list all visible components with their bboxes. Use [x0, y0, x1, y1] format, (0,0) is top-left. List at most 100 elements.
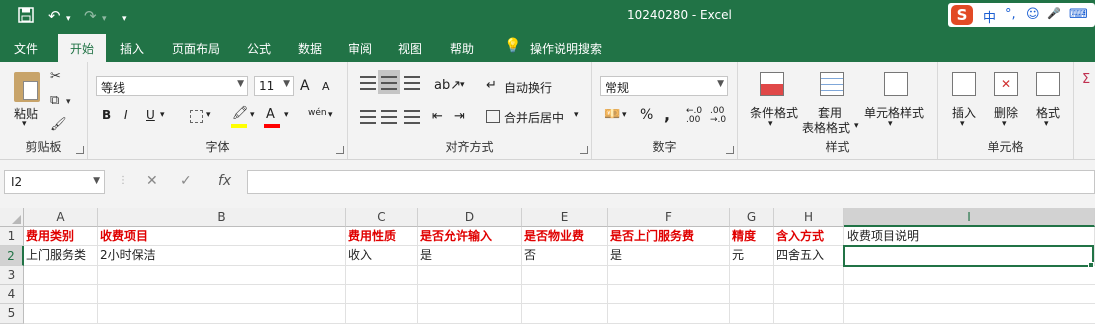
format-cells-icon[interactable]: [1036, 72, 1060, 96]
percent-button[interactable]: %: [640, 107, 653, 123]
clipboard-launcher-icon[interactable]: [76, 146, 84, 154]
accounting-format-icon[interactable]: 💴: [604, 107, 620, 122]
cell-c2[interactable]: 收入: [346, 246, 418, 266]
font-color-icon[interactable]: A: [266, 107, 275, 122]
ime-punct-icon[interactable]: °,: [1005, 7, 1016, 22]
cell-styles-button[interactable]: 单元格样式: [864, 104, 924, 121]
redo-dropdown-icon[interactable]: ▾: [102, 10, 107, 28]
cell-styles-dropdown-icon[interactable]: ▾: [888, 119, 893, 129]
italic-button[interactable]: I: [124, 108, 128, 122]
orientation-dropdown-icon[interactable]: ▾: [460, 80, 465, 90]
format-as-table-dropdown-icon[interactable]: ▾: [854, 121, 859, 131]
cell-e2[interactable]: 否: [522, 246, 608, 266]
increase-indent-icon[interactable]: ⇥: [454, 109, 465, 124]
phonetic-guide-button[interactable]: wén: [308, 108, 327, 118]
merge-dropdown-icon[interactable]: ▾: [574, 110, 579, 120]
cell-b2[interactable]: 2小时保洁: [98, 246, 346, 266]
ime-lang[interactable]: 中: [983, 7, 996, 26]
top-align-icon[interactable]: [360, 76, 376, 90]
cell-h1[interactable]: 含入方式: [774, 227, 844, 246]
tab-review[interactable]: 审阅: [348, 40, 372, 57]
enter-formula-icon[interactable]: ✓: [180, 173, 192, 189]
formula-bar-grip-icon[interactable]: ⋮: [118, 175, 128, 186]
ime-keyboard-icon[interactable]: ⌨: [1069, 7, 1088, 22]
name-box[interactable]: I2 ▼: [4, 170, 105, 194]
shrink-font-button[interactable]: A: [322, 80, 330, 93]
copy-dropdown-icon[interactable]: ▾: [66, 93, 71, 111]
increase-decimal-icon[interactable]: ←.0.00: [686, 107, 702, 125]
cell-c1[interactable]: 费用性质: [346, 227, 418, 246]
underline-dropdown-icon[interactable]: ▾: [160, 110, 165, 120]
column-header-e[interactable]: E: [522, 208, 608, 227]
cell-f2[interactable]: 是: [608, 246, 730, 266]
cancel-formula-icon[interactable]: ✕: [146, 173, 158, 189]
format-dropdown-icon[interactable]: ▾: [1044, 119, 1049, 129]
fill-color-icon[interactable]: 🖍: [232, 106, 249, 121]
empty-row-3[interactable]: [24, 266, 1095, 285]
tab-file[interactable]: 文件: [14, 40, 38, 57]
align-right-icon[interactable]: [404, 110, 420, 124]
cell-g2[interactable]: 元: [730, 246, 774, 266]
tab-home[interactable]: 开始: [58, 34, 107, 62]
copy-icon[interactable]: ⧉: [50, 92, 59, 110]
column-header-c[interactable]: C: [346, 208, 418, 227]
name-box-dropdown-icon[interactable]: ▼: [93, 176, 100, 186]
save-icon[interactable]: [18, 7, 34, 27]
formula-input[interactable]: [247, 170, 1095, 194]
font-name-select[interactable]: 等线 ▼: [96, 76, 248, 96]
tab-insert[interactable]: 插入: [120, 40, 144, 57]
borders-icon[interactable]: [190, 110, 203, 123]
tab-help[interactable]: 帮助: [450, 40, 474, 57]
undo-icon[interactable]: ↶: [48, 7, 61, 25]
ime-toolbar[interactable]: S 中 °, ☺ 🎤 ⌨: [948, 3, 1095, 27]
tab-view[interactable]: 视图: [398, 40, 422, 57]
insert-dropdown-icon[interactable]: ▾: [960, 119, 965, 129]
select-all-corner[interactable]: [0, 208, 24, 227]
alignment-launcher-icon[interactable]: [580, 146, 588, 154]
lightbulb-icon[interactable]: 💡: [504, 38, 521, 54]
wrap-text-button[interactable]: 自动换行: [504, 79, 552, 96]
insert-function-icon[interactable]: fx: [218, 173, 231, 189]
column-header-a[interactable]: A: [24, 208, 98, 227]
font-color-dropdown-icon[interactable]: ▾: [284, 110, 289, 120]
phonetic-dropdown-icon[interactable]: ▾: [328, 110, 333, 120]
cell-a2[interactable]: 上门服务类: [24, 246, 98, 266]
decrease-decimal-icon[interactable]: .00 →.0: [710, 107, 726, 125]
format-as-table-icon[interactable]: [820, 72, 844, 96]
row-header-2[interactable]: 2: [0, 246, 24, 266]
cut-icon[interactable]: ✂: [50, 68, 61, 86]
cell-d1[interactable]: 是否允许输入: [418, 227, 522, 246]
format-painter-icon[interactable]: 🖌: [50, 116, 67, 134]
orientation-icon[interactable]: ab↗: [434, 78, 461, 93]
decrease-indent-icon[interactable]: ⇤: [432, 109, 443, 124]
bold-button[interactable]: B: [102, 108, 111, 122]
row-header-5[interactable]: 5: [0, 304, 24, 324]
bottom-align-icon[interactable]: [404, 76, 420, 90]
tell-me-search[interactable]: 操作说明搜索: [530, 40, 602, 57]
cell-styles-icon[interactable]: [884, 72, 908, 96]
row-header-4[interactable]: 4: [0, 285, 24, 304]
column-header-b[interactable]: B: [98, 208, 346, 227]
cell-g1[interactable]: 精度: [730, 227, 774, 246]
cell-e1[interactable]: 是否物业费: [522, 227, 608, 246]
conditional-format-dropdown-icon[interactable]: ▾: [768, 119, 773, 129]
comma-style-button[interactable]: ,: [664, 105, 670, 124]
borders-dropdown-icon[interactable]: ▾: [206, 110, 211, 120]
column-header-f[interactable]: F: [608, 208, 730, 227]
cell-i1[interactable]: 收费项目说明: [844, 227, 1095, 246]
cell-f1[interactable]: 是否上门服务费: [608, 227, 730, 246]
column-header-d[interactable]: D: [418, 208, 522, 227]
grow-font-button[interactable]: A: [300, 78, 310, 94]
row-header-3[interactable]: 3: [0, 266, 24, 285]
column-header-i[interactable]: I: [844, 208, 1095, 227]
ime-emoji-icon[interactable]: ☺: [1026, 7, 1040, 22]
tab-data[interactable]: 数据: [298, 40, 322, 57]
paste-icon[interactable]: [14, 72, 40, 102]
spreadsheet-grid[interactable]: A B C D E F G H I 1 2 3 4 5 费用类别 收费项目 费用…: [0, 208, 1095, 324]
cell-b1[interactable]: 收费项目: [98, 227, 346, 246]
accounting-dropdown-icon[interactable]: ▾: [622, 110, 627, 120]
font-size-select[interactable]: 11 ▼: [254, 76, 294, 96]
column-header-g[interactable]: G: [730, 208, 774, 227]
cell-a1[interactable]: 费用类别: [24, 227, 98, 246]
delete-cells-icon[interactable]: ✕: [994, 72, 1018, 96]
